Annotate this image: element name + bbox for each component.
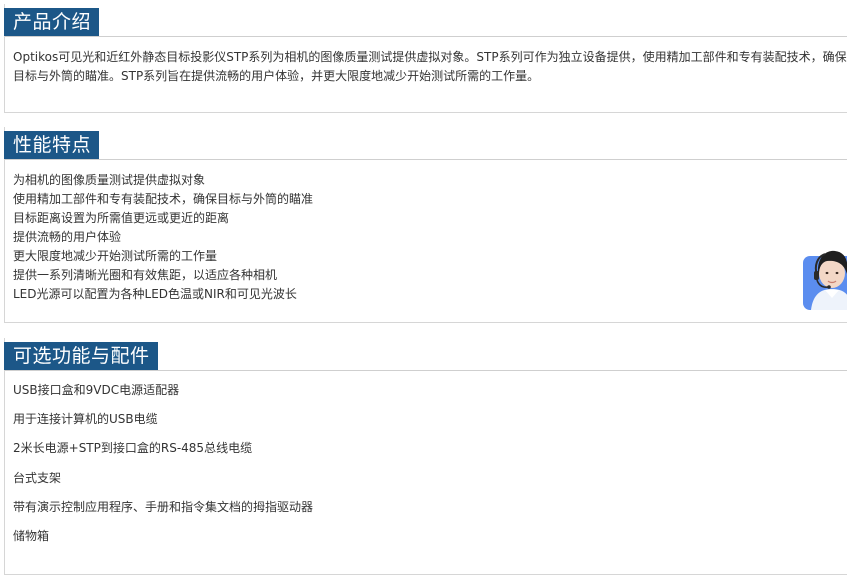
features-title: 性能特点 [4,131,100,159]
features-section: 性能特点 为相机的图像质量测试提供虚拟对象 使用精加工部件和专有装配技术，确保目… [4,127,847,323]
option-item: 储物箱 [13,528,50,543]
feature-item: LED光源可以配置为各种LED色温或NIR和可见光波长 [13,287,297,301]
options-title: 可选功能与配件 [4,342,158,370]
options-section: 可选功能与配件 USB接口盒和9VDC电源适配器 用于连接计算机的USB电缆 2… [4,338,847,575]
option-item: 用于连接计算机的USB电缆 [13,412,158,427]
feature-item: 目标距离设置为所需值更远或更近的距离 [13,211,230,225]
features-list: 为相机的图像质量测试提供虚拟对象 使用精加工部件和专有装配技术，确保目标与外筒的… [13,171,847,304]
feature-item: 使用精加工部件和专有装配技术，确保目标与外筒的瞄准 [13,192,314,206]
customer-service-widget[interactable] [803,246,847,310]
option-item: USB接口盒和9VDC电源适配器 [13,383,180,397]
feature-item: 为相机的图像质量测试提供虚拟对象 [13,173,206,187]
product-intro-section: 产品介绍 Optikos可见光和近红外静态目标投影仪STP系列为相机的图像质量测… [4,4,847,113]
feature-item: 提供一系列清晰光圈和有效焦距，以适应各种相机 [13,268,278,282]
option-item: 台式支架 [13,470,62,485]
feature-item: 更大限度地减少开始测试所需的工作量 [13,249,218,263]
options-list: USB接口盒和9VDC电源适配器 用于连接计算机的USB电缆 2米长电源+STP… [13,382,847,557]
feature-item: 提供流畅的用户体验 [13,230,122,244]
option-item: 带有演示控制应用程序、手册和指令集文档的拇指驱动器 [13,499,314,514]
product-intro-title: 产品介绍 [4,8,100,36]
customer-service-icon [803,250,847,310]
option-item: 2米长电源+STP到接口盒的RS-485总线电缆 [13,441,253,456]
product-intro-text: Optikos可见光和近红外静态目标投影仪STP系列为相机的图像质量测试提供虚拟… [13,50,847,83]
